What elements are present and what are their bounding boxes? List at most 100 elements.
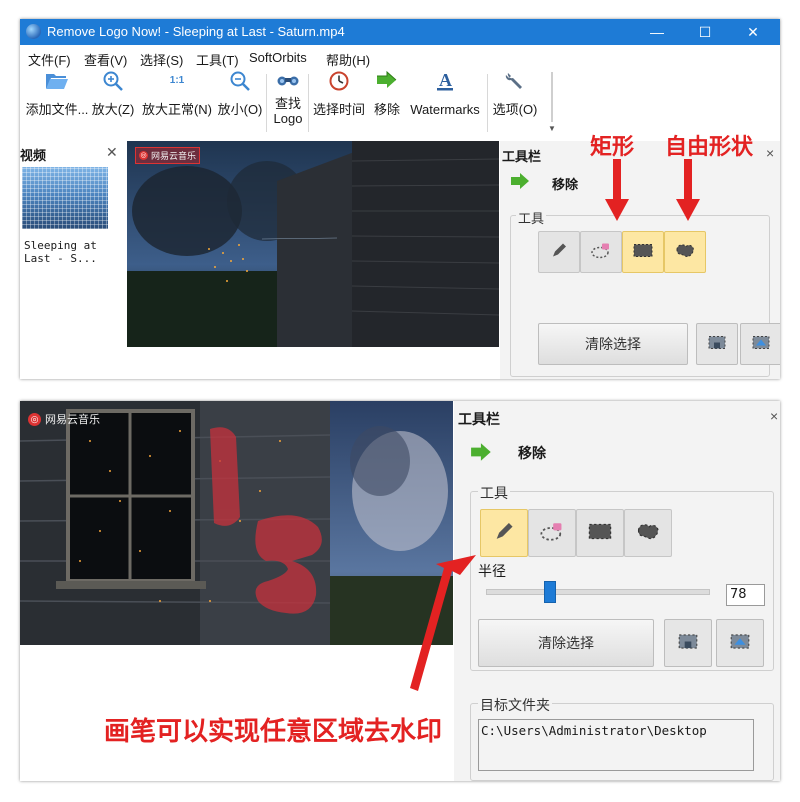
top-screenshot: Remove Logo Now! - Sleeping at Last - Sa… (20, 19, 780, 379)
add-files-button[interactable]: 添加文件... (24, 70, 90, 117)
window-title: Remove Logo Now! - Sleeping at Last - Sa… (47, 24, 345, 39)
save-mask-button[interactable] (696, 323, 738, 365)
rectangle-select-icon (587, 522, 613, 545)
annotation-rectangle: 矩形 (590, 135, 635, 160)
clock-icon (327, 70, 351, 92)
video-watermark: ◎ 网易云音乐 (28, 411, 100, 427)
load-selection-icon (751, 335, 771, 354)
freeform-tool-button[interactable] (624, 509, 672, 557)
radius-value-field[interactable]: 78 (726, 584, 765, 606)
clear-selection-button[interactable]: 清除选择 (538, 323, 688, 365)
video-preview-zoomed[interactable]: ◎ 网易云音乐 (20, 401, 453, 645)
toolbox-title: 工具栏 (502, 149, 542, 164)
lasso-eraser-icon (590, 242, 612, 263)
watermarks-label: Watermarks (410, 102, 480, 117)
lasso-eraser-icon (539, 521, 565, 546)
zoom-out-icon (228, 70, 252, 92)
menu-help[interactable]: 帮助(H) (326, 50, 370, 69)
zoom-normal-icon: 1:1 (169, 75, 185, 86)
video-frame-image (20, 401, 453, 645)
find-logo-button[interactable]: 查找 Logo (270, 70, 306, 126)
ribbon-separator (487, 74, 488, 132)
eraser-tool-button[interactable] (580, 231, 622, 273)
eraser-tool-button[interactable] (528, 509, 576, 557)
menu-file[interactable]: 文件(F) (28, 50, 71, 69)
load-selection-icon (729, 633, 751, 654)
find-logo-label-line2: Logo (273, 111, 303, 126)
menu-select[interactable]: 选择(S) (140, 50, 183, 69)
find-logo-label-line1: 查找 (274, 96, 301, 111)
svg-text:A: A (439, 70, 452, 90)
brush-tool-button[interactable] (480, 509, 528, 557)
rectangle-tool-button[interactable] (622, 231, 664, 273)
toolbox-close-icon[interactable]: × (770, 408, 778, 424)
zoom-in-icon (101, 70, 125, 92)
ribbon-separator (308, 74, 309, 132)
options-button[interactable]: 选项(O) (489, 70, 541, 117)
toolbox-pane: 工具栏 × 移除 工具 清除选择 (500, 141, 780, 379)
video-watermark: ◎ 网易云音乐 (135, 147, 201, 164)
zoom-in-button[interactable]: 放大(Z) (90, 70, 136, 117)
toolbox-remove-label: 移除 (552, 177, 579, 192)
ribbon-toolbar: 添加文件... 放大(Z) 1:1 放大正常(N) 放小(O) 查找 Logo … (20, 68, 560, 140)
video-list-pane: 视频 ✕ Sleeping at Last - S... (20, 141, 124, 379)
watermark-text: 网易云音乐 (45, 414, 100, 426)
options-label: 选项(O) (492, 102, 538, 117)
remove-button[interactable]: 移除 (370, 70, 404, 117)
bottom-screenshot: ◎ 网易云音乐 工具栏 × 移除 工具 半径 78 清除选择 目标文件夹 C:\… (20, 401, 780, 781)
toolbox-remove-label: 移除 (518, 445, 546, 461)
zoom-in-label: 放大(Z) (91, 102, 135, 117)
menu-view[interactable]: 查看(V) (84, 50, 127, 69)
freeform-tool-button[interactable] (664, 231, 706, 273)
tools-group-label: 工具 (478, 483, 510, 503)
load-mask-button[interactable] (740, 323, 780, 365)
zoom-normal-button[interactable]: 1:1 放大正常(N) (138, 70, 216, 117)
annotation-freeform: 自由形状 (665, 135, 754, 160)
video-thumbnail[interactable] (22, 167, 108, 229)
text-a-icon: A (433, 70, 457, 92)
toolbox-close-icon[interactable]: × (766, 145, 774, 161)
rectangle-tool-button[interactable] (576, 509, 624, 557)
clear-selection-button[interactable]: 清除选择 (478, 619, 654, 667)
app-icon (26, 24, 41, 39)
video-preview[interactable]: ◎ 网易云音乐 (127, 141, 499, 347)
video-pane-title: 视频 (20, 148, 47, 163)
target-folder-path[interactable]: C:\Users\Administrator\Desktop (478, 719, 754, 771)
save-selection-icon (677, 633, 699, 654)
save-mask-button[interactable] (664, 619, 712, 667)
zoom-normal-label: 放大正常(N) (141, 102, 213, 117)
annotation-arrow-rectangle (605, 159, 629, 221)
radius-slider-track[interactable] (486, 581, 710, 603)
save-selection-icon (707, 335, 727, 354)
menu-softorbits[interactable]: SoftOrbits (249, 50, 307, 65)
video-frame-image (127, 141, 499, 347)
netease-logo-icon: ◎ (28, 412, 41, 426)
close-button[interactable]: ✕ (730, 19, 776, 45)
title-bar: Remove Logo Now! - Sleeping at Last - Sa… (20, 19, 780, 45)
freeform-select-icon (635, 521, 661, 546)
annotation-brush-caption: 画笔可以实现任意区域去水印 (104, 717, 443, 747)
select-time-label: 选择时间 (312, 102, 365, 117)
toolbox-pane-expanded: 工具栏 × 移除 工具 半径 78 清除选择 目标文件夹 C:\Users\Ad… (454, 401, 780, 781)
arrow-right-icon (375, 70, 399, 92)
video-pane-close-icon[interactable]: ✕ (106, 144, 118, 161)
pencil-icon (550, 242, 568, 263)
maximize-button[interactable]: ☐ (682, 19, 728, 45)
zoom-out-button[interactable]: 放小(O) (216, 70, 264, 117)
annotation-arrow-freeform (676, 159, 700, 221)
target-folder-label: 目标文件夹 (478, 695, 552, 715)
zoom-out-label: 放小(O) (217, 102, 263, 117)
menu-tools[interactable]: 工具(T) (196, 50, 239, 69)
minimize-button[interactable]: — (634, 19, 680, 45)
netease-logo-icon: ◎ (139, 151, 148, 160)
load-mask-button[interactable] (716, 619, 764, 667)
ribbon-overflow[interactable]: ▼ (548, 70, 556, 138)
radius-label: 半径 (478, 563, 506, 579)
tools-group-label: 工具 (516, 208, 547, 227)
watermarks-button[interactable]: A Watermarks (405, 70, 485, 117)
annotation-arrow-brush (410, 555, 476, 691)
radius-slider-thumb[interactable] (544, 581, 556, 603)
video-thumbnail-caption: Sleeping at Last - S... (24, 239, 97, 265)
select-time-button[interactable]: 选择时间 (311, 70, 367, 117)
brush-tool-button[interactable] (538, 231, 580, 273)
